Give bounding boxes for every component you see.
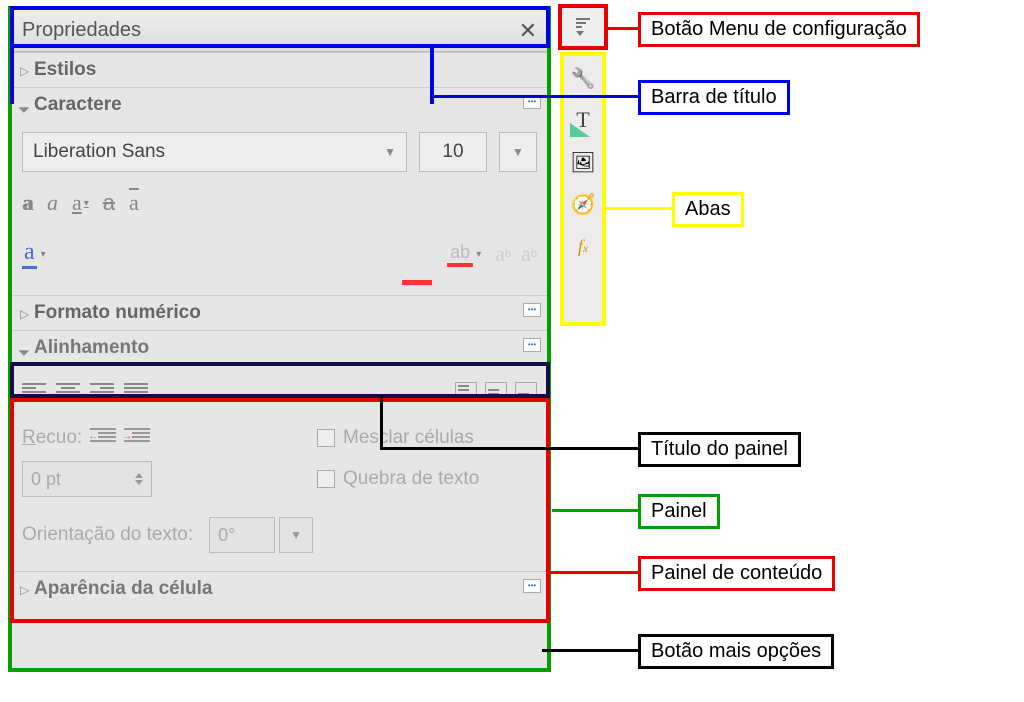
properties-tab-icon[interactable] (568, 63, 598, 93)
tab-strip: T (562, 52, 604, 324)
section-estilos: Estilos (12, 52, 547, 87)
section-title: Aparência da célula (34, 578, 212, 600)
text-style-row: a a a▾ a a (22, 188, 537, 218)
expand-icon (20, 59, 34, 81)
collapse-icon (20, 94, 34, 116)
wrap-text-checkbox[interactable] (317, 470, 335, 488)
valign-bottom-icon[interactable] (515, 382, 537, 402)
section-header-aparencia[interactable]: Aparência da célula (12, 572, 547, 606)
expand-icon (20, 302, 34, 324)
italic-icon[interactable]: a (47, 190, 58, 216)
section-header-formato[interactable]: Formato numérico (12, 296, 547, 330)
section-formato-numerico: Formato numérico (12, 295, 547, 330)
annotation-menu: Botão Menu de configuração (638, 12, 920, 47)
section-aparencia: Aparência da célula (12, 571, 547, 606)
strike-icon[interactable]: a (103, 190, 115, 216)
orientation-dropdown[interactable]: ▼ (279, 517, 313, 553)
increase-indent-icon[interactable] (124, 428, 150, 448)
orientation-value-input[interactable]: 0° (209, 517, 275, 553)
more-options-button[interactable] (523, 579, 541, 593)
annotation-panel-title: Título do painel (638, 432, 801, 467)
more-options-button[interactable] (523, 303, 541, 317)
highlight-icon[interactable]: ab (447, 242, 473, 267)
orientation-label: Orientação do texto: (22, 524, 193, 546)
align-center-icon[interactable] (56, 383, 80, 401)
chevron-down-icon: ▼ (384, 145, 396, 159)
font-color-icon[interactable]: a (22, 239, 37, 269)
annotation-panel: Painel (638, 494, 720, 529)
highlight-dropdown[interactable]: ▾ (476, 249, 481, 260)
annotation-content-panel: Painel de conteúdo (638, 556, 835, 591)
align-justify-icon[interactable] (124, 383, 148, 401)
gallery-tab-icon[interactable] (568, 147, 598, 177)
section-title: Alinhamento (34, 337, 149, 359)
merge-cells-label: Mesclar células (343, 427, 474, 449)
navigator-tab-icon[interactable] (568, 189, 598, 219)
decrease-indent-icon[interactable] (90, 428, 116, 448)
section-title: Estilos (34, 59, 96, 81)
font-size-value: 10 (442, 141, 463, 163)
section-caractere: Caractere Liberation Sans ▼ 10 ▼ a a a▾ … (12, 87, 547, 295)
section-title: Caractere (34, 94, 122, 116)
font-size-input[interactable]: 10 (419, 132, 487, 172)
bold-icon[interactable]: a (22, 190, 33, 216)
superscript-icon[interactable]: ab (495, 241, 511, 267)
annotation-titlebar: Barra de título (638, 80, 790, 115)
orientation-value: 0° (218, 525, 235, 546)
recuo-label: RRecuo:ecuo: (22, 427, 82, 449)
functions-tab-icon[interactable] (568, 231, 598, 261)
merge-cells-checkbox[interactable] (317, 429, 335, 447)
section-header-caractere[interactable]: Caractere (12, 88, 547, 122)
section-header-estilos[interactable]: Estilos (12, 53, 547, 87)
section-alinhamento: Alinhamento RRecuo:ecuo: Mesclar (12, 330, 547, 571)
align-right-icon[interactable] (90, 383, 114, 401)
sidebar-title: Propriedades (22, 19, 141, 42)
sidebar-titlebar: Propriedades ✕ (12, 10, 547, 52)
font-name-value: Liberation Sans (33, 141, 165, 163)
annotation-more-button: Botão mais opções (638, 634, 834, 669)
color-indicator (402, 280, 432, 285)
wrap-text-label: Quebra de texto (343, 468, 479, 490)
section-header-alinhamento[interactable]: Alinhamento (12, 331, 547, 365)
text-color-row: a ▾ ab ▾ ab ab (22, 234, 537, 274)
config-menu-button[interactable] (560, 6, 606, 48)
underline-icon[interactable]: a▾ (72, 190, 89, 216)
alinhamento-body: RRecuo:ecuo: Mesclar células 0 pt Quebra… (12, 365, 547, 571)
sidebar-panel: Propriedades ✕ Estilos Caractere Liberat… (8, 6, 551, 672)
valign-middle-icon[interactable] (485, 382, 507, 402)
align-left-icon[interactable] (22, 383, 46, 401)
close-icon[interactable]: ✕ (519, 18, 537, 44)
overline-icon[interactable]: a (129, 190, 139, 216)
annotation-tabs: Abas (672, 192, 744, 227)
caractere-body: Liberation Sans ▼ 10 ▼ a a a▾ a a a ▾ ab (12, 122, 547, 295)
expand-icon (20, 578, 34, 600)
font-color-dropdown[interactable]: ▾ (41, 249, 46, 260)
indent-value-input[interactable]: 0 pt (22, 461, 152, 497)
subscript-icon[interactable]: ab (521, 241, 537, 267)
more-options-button[interactable] (523, 338, 541, 352)
indent-value: 0 pt (31, 469, 61, 490)
menu-icon (576, 18, 590, 36)
font-size-dropdown[interactable]: ▼ (499, 132, 537, 172)
collapse-icon (20, 337, 34, 359)
styles-tab-icon[interactable]: T (568, 105, 598, 135)
valign-top-icon[interactable] (455, 382, 477, 402)
font-name-select[interactable]: Liberation Sans ▼ (22, 132, 407, 172)
section-title: Formato numérico (34, 302, 201, 324)
